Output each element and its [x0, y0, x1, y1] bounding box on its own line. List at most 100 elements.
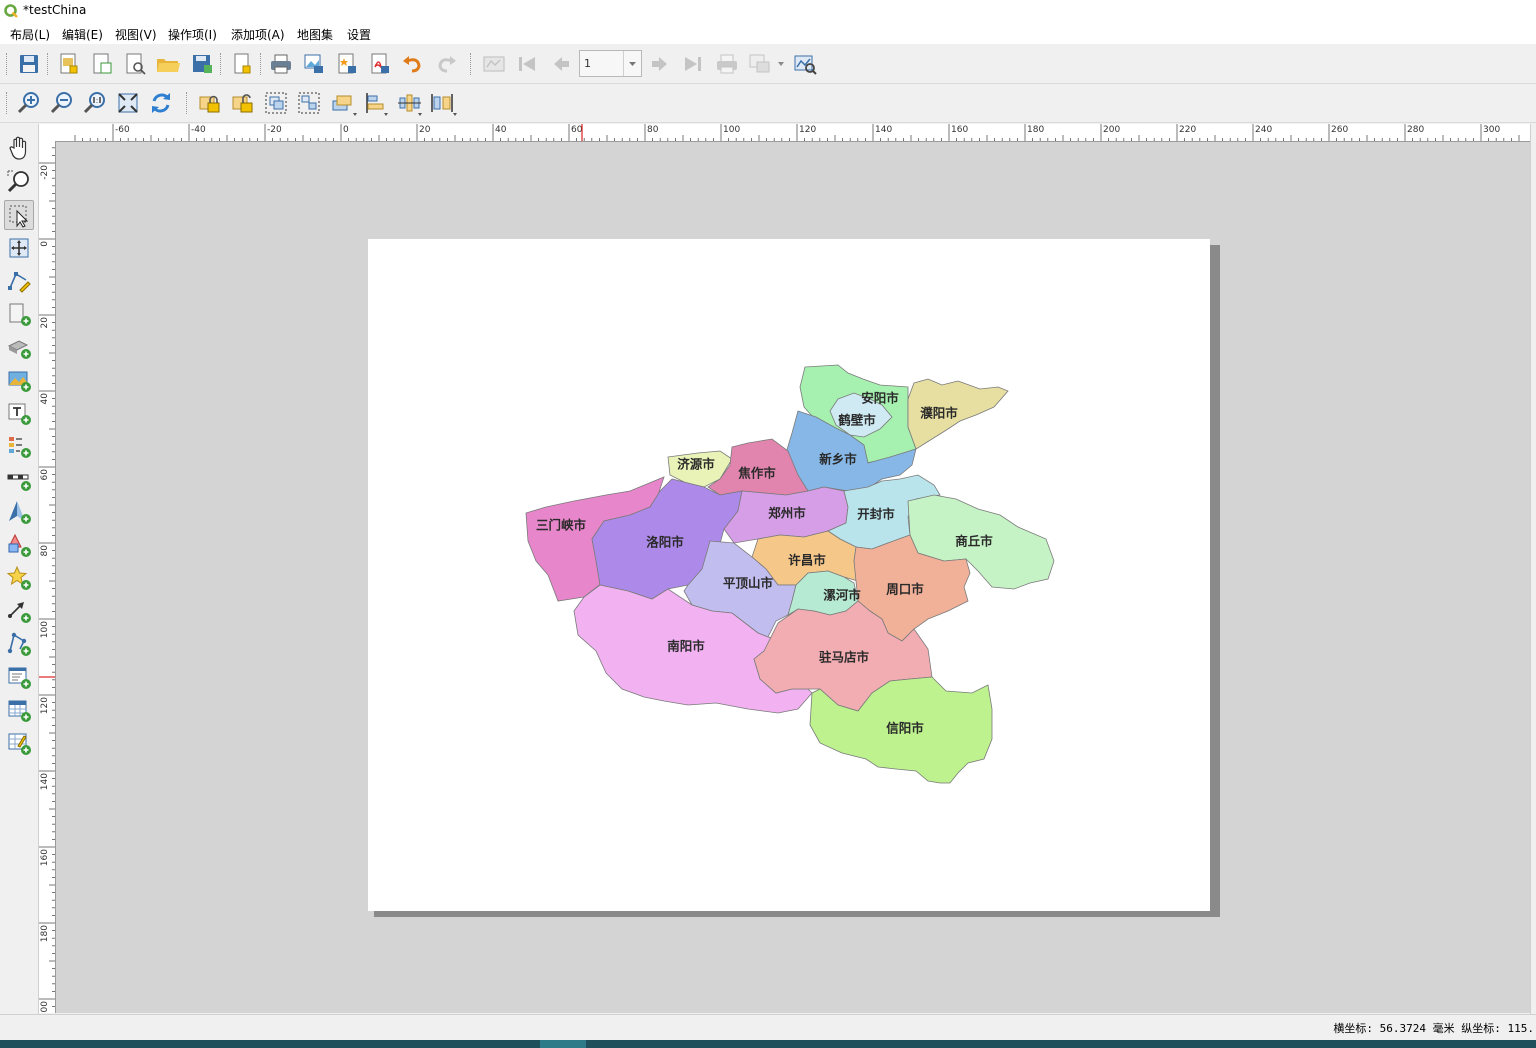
- save-template-icon: [193, 55, 212, 73]
- right-dock-edge[interactable]: [1530, 124, 1536, 1014]
- redo-button[interactable]: [431, 49, 461, 79]
- export-image-button[interactable]: [299, 49, 329, 79]
- pan-tool-button[interactable]: [4, 134, 34, 164]
- zoom-out-icon: [50, 92, 72, 114]
- ruler-label: 120: [40, 697, 50, 714]
- menu-view[interactable]: 视图(V): [115, 26, 157, 43]
- add-map-icon: [9, 303, 31, 326]
- add-scalebar-button[interactable]: [4, 464, 34, 494]
- map-item[interactable]: 安阳市 鹤壁市 濮阳市 新乡市 济源市 焦作市 三门峡市 洛阳市 郑州市 开封市…: [368, 239, 1210, 911]
- zoom-full-button[interactable]: [113, 88, 143, 118]
- ruler-label: 200: [1103, 125, 1120, 135]
- add-marker-icon: [6, 565, 31, 590]
- menu-items[interactable]: 操作项(I): [168, 26, 217, 43]
- select-move-tool-button[interactable]: [4, 200, 34, 230]
- add-map-button[interactable]: [4, 299, 34, 329]
- ruler-label: 180: [40, 925, 50, 942]
- layout-manager-button[interactable]: [120, 49, 150, 79]
- duplicate-layout-button[interactable]: [87, 49, 117, 79]
- distribute-icon: [398, 94, 422, 116]
- add-north-arrow-button[interactable]: [4, 497, 34, 527]
- region-label-puyang: 濮阳市: [920, 406, 958, 421]
- lock-items-button[interactable]: [195, 88, 225, 118]
- new-layout-button[interactable]: [54, 49, 84, 79]
- previous-feature-button[interactable]: [546, 49, 576, 79]
- add-fixed-table-button[interactable]: [4, 728, 34, 758]
- next-feature-icon: [652, 57, 667, 71]
- menu-layout[interactable]: 布局(L): [10, 26, 50, 43]
- save-button[interactable]: [14, 49, 44, 79]
- horizontal-ruler[interactable]: -60 -40 -20 0 20 40 60 80 100 120 140 160 180 200 220 2…: [55, 124, 1530, 142]
- zoom-in-button[interactable]: [14, 88, 44, 118]
- next-feature-button[interactable]: [645, 49, 675, 79]
- menu-add-item[interactable]: 添加项(A): [231, 26, 285, 43]
- print-button[interactable]: [266, 49, 296, 79]
- add-node-item-button[interactable]: [4, 629, 34, 659]
- first-feature-button[interactable]: [512, 49, 542, 79]
- add-picture-button[interactable]: [4, 365, 34, 395]
- ruler-label: 160: [951, 125, 968, 135]
- add-3d-map-button[interactable]: [4, 332, 34, 362]
- distribute-button[interactable]: [394, 88, 426, 118]
- refresh-button[interactable]: [146, 88, 176, 118]
- menu-settings[interactable]: 设置: [347, 26, 371, 43]
- last-feature-button[interactable]: [678, 49, 708, 79]
- ruler-label: 40: [495, 125, 507, 135]
- move-content-tool-button[interactable]: [4, 233, 34, 263]
- edit-nodes-tool-button[interactable]: [4, 266, 34, 296]
- add-label-button[interactable]: [4, 398, 34, 428]
- atlas-print-button[interactable]: [712, 49, 742, 79]
- align-button[interactable]: [361, 88, 393, 118]
- add-attribute-table-button[interactable]: [4, 695, 34, 725]
- export-pdf-button[interactable]: [365, 49, 395, 79]
- add-html-button[interactable]: [4, 662, 34, 692]
- toolbar-handle[interactable]: [6, 53, 9, 75]
- zoom-tool-button[interactable]: [4, 167, 34, 197]
- add-arrow-button[interactable]: [4, 596, 34, 626]
- undo-button[interactable]: [398, 49, 428, 79]
- previous-feature-icon: [554, 57, 569, 71]
- ruler-label: -60: [115, 125, 130, 135]
- ruler-label: 20: [40, 317, 50, 329]
- taskbar-active-app[interactable]: [540, 1040, 586, 1048]
- add-marker-button[interactable]: [4, 563, 34, 593]
- ruler-label: 100: [40, 621, 50, 638]
- toolbar-handle[interactable]: [6, 92, 9, 114]
- zoom-actual-button[interactable]: [80, 88, 110, 118]
- atlas-export-button[interactable]: [745, 49, 789, 79]
- chevron-down-icon[interactable]: [623, 51, 641, 76]
- region-label-xinyang: 信阳市: [886, 721, 924, 736]
- page-setup-button[interactable]: [227, 49, 257, 79]
- atlas-preview-button[interactable]: [479, 49, 509, 79]
- layout-toolbar: 1: [0, 45, 1536, 84]
- add-legend-button[interactable]: [4, 431, 34, 461]
- layout-page[interactable]: 安阳市 鹤壁市 濮阳市 新乡市 济源市 焦作市 三门峡市 洛阳市 郑州市 开封市…: [368, 239, 1210, 911]
- add-scalebar-icon: [7, 474, 31, 491]
- save-template-button[interactable]: [187, 49, 217, 79]
- region-label-jiyuan: 济源市: [677, 457, 715, 472]
- unlock-items-button[interactable]: [228, 88, 258, 118]
- zoom-out-button[interactable]: [47, 88, 77, 118]
- atlas-settings-button[interactable]: [790, 49, 820, 79]
- align-icon: [366, 93, 388, 116]
- first-feature-icon: [519, 57, 535, 71]
- ruler-label: 300: [1483, 125, 1500, 135]
- add-picture-icon: [8, 371, 31, 392]
- menu-edit[interactable]: 编辑(E): [62, 26, 103, 43]
- resize-button[interactable]: [427, 88, 459, 118]
- open-template-button[interactable]: [153, 49, 183, 79]
- raise-button[interactable]: [328, 88, 360, 118]
- ruler-label: -20: [267, 125, 282, 135]
- layout-canvas[interactable]: 安阳市 鹤壁市 濮阳市 新乡市 济源市 焦作市 三门峡市 洛阳市 郑州市 开封市…: [56, 142, 1530, 1013]
- export-svg-button[interactable]: [332, 49, 362, 79]
- ungroup-button[interactable]: [294, 88, 324, 118]
- add-attribute-table-icon: [8, 700, 31, 722]
- group-button[interactable]: [261, 88, 291, 118]
- add-label-icon: [8, 403, 31, 425]
- atlas-page-select[interactable]: 1: [579, 50, 642, 77]
- add-shape-button[interactable]: [4, 530, 34, 560]
- export-svg-icon: [338, 53, 356, 74]
- pan-icon: [9, 136, 27, 160]
- vertical-ruler[interactable]: -20 0 20 40 60 80 100 120 140 160 180 200: [39, 141, 56, 1018]
- menu-atlas[interactable]: 地图集: [297, 26, 333, 43]
